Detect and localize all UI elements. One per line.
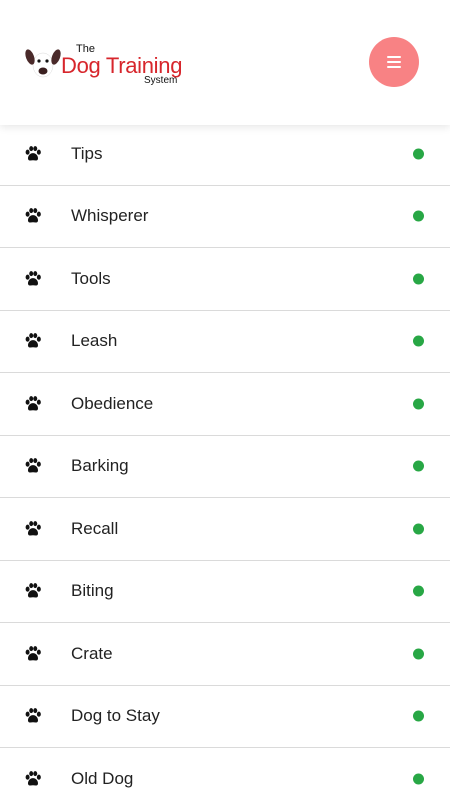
list-item-label: Barking — [71, 456, 129, 476]
paw-icon — [25, 333, 41, 348]
list-item-label: Old Dog — [71, 768, 134, 788]
status-dot — [413, 773, 424, 785]
list-item-label: Recall — [71, 518, 119, 538]
list-item-label: Obedience — [71, 393, 154, 413]
site-logo[interactable]: The Dog Training System — [24, 43, 204, 91]
list-item[interactable]: Tools — [0, 248, 450, 311]
list-item[interactable]: Recall — [0, 498, 450, 561]
paw-icon — [25, 208, 41, 223]
list-item-label: Dog to Stay — [71, 706, 160, 726]
paw-icon — [25, 395, 41, 411]
menu-list: Tips Whisperer Tools Leash Obedience Bar… — [0, 123, 450, 800]
paw-icon — [25, 270, 41, 286]
list-item[interactable]: Crate — [0, 623, 450, 686]
status-dot — [413, 335, 424, 347]
status-dot — [413, 398, 424, 410]
paw-icon — [25, 145, 41, 161]
list-item[interactable]: Tips — [0, 123, 450, 186]
status-dot — [413, 460, 424, 472]
status-dot — [413, 648, 424, 660]
list-item[interactable]: Whisperer — [0, 185, 450, 248]
status-dot — [413, 273, 424, 285]
list-item[interactable]: Biting — [0, 560, 450, 623]
paw-icon — [25, 583, 41, 598]
paw-icon — [25, 708, 41, 723]
list-item[interactable]: Old Dog — [0, 748, 450, 800]
list-item-label: Leash — [71, 331, 118, 351]
logo-sub-text: System — [144, 75, 178, 86]
page: The Dog Training System Tips Whisperer T… — [0, 0, 450, 800]
menu-button[interactable] — [369, 37, 419, 87]
status-dot — [413, 210, 424, 222]
header: The Dog Training System — [0, 0, 450, 125]
status-dot — [413, 710, 424, 722]
status-dot — [413, 148, 424, 160]
paw-icon — [25, 645, 41, 661]
list-item-label: Tools — [71, 268, 111, 288]
list-item[interactable]: Obedience — [0, 373, 450, 436]
list-item-label: Crate — [71, 643, 113, 663]
paw-icon — [25, 458, 41, 473]
status-dot — [413, 585, 424, 597]
list-item[interactable]: Dog to Stay — [0, 685, 450, 748]
list-item[interactable]: Leash — [0, 310, 450, 373]
list-item-label: Whisperer — [71, 206, 149, 226]
paw-icon — [25, 520, 41, 536]
paw-icon — [25, 770, 41, 786]
list-item[interactable]: Barking — [0, 435, 450, 498]
list-item-label: Biting — [71, 581, 114, 601]
dog-face-icon — [25, 49, 61, 78]
hamburger-icon — [387, 56, 401, 68]
status-dot — [413, 523, 424, 535]
list-item-label: Tips — [71, 143, 103, 163]
